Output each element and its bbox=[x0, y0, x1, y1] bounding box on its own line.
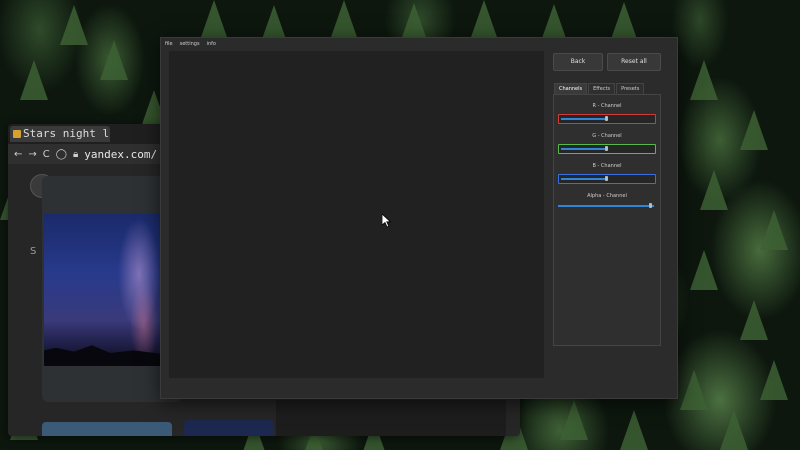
browser-tab-title: Stars night l bbox=[23, 127, 110, 140]
r-channel-label: R - Channel bbox=[592, 103, 622, 109]
image-canvas[interactable] bbox=[169, 51, 544, 378]
tab-bar: Channels Effects Presets bbox=[554, 83, 645, 94]
lock-icon[interactable]: 🔒︎ bbox=[73, 149, 78, 160]
tab-effects[interactable]: Effects bbox=[588, 83, 616, 94]
tab-channels[interactable]: Channels bbox=[554, 83, 588, 94]
alpha-channel-slider[interactable] bbox=[558, 202, 654, 210]
b-channel-label: B - Channel bbox=[592, 163, 622, 169]
favicon-icon bbox=[13, 130, 21, 138]
back-arrow-icon[interactable]: ← bbox=[14, 149, 22, 160]
menu-settings[interactable]: settings bbox=[180, 38, 200, 50]
b-channel-fill bbox=[561, 178, 607, 180]
menu-file[interactable]: file bbox=[165, 38, 173, 50]
back-button[interactable]: Back bbox=[553, 53, 603, 71]
reload-icon[interactable]: C bbox=[43, 149, 50, 160]
r-channel-fill bbox=[561, 118, 607, 120]
b-channel-knob[interactable] bbox=[605, 176, 608, 181]
alpha-channel-track bbox=[558, 205, 654, 207]
reset-all-button[interactable]: Reset all bbox=[607, 53, 661, 71]
url-field[interactable]: yandex.com/ bbox=[84, 148, 157, 161]
thumbnail[interactable] bbox=[42, 422, 172, 436]
thumbnail[interactable] bbox=[184, 420, 274, 436]
forward-arrow-icon[interactable]: → bbox=[28, 149, 36, 160]
g-channel-slider[interactable] bbox=[558, 144, 656, 154]
g-channel-label: G - Channel bbox=[592, 133, 622, 139]
shield-icon[interactable]: ◯ bbox=[56, 149, 67, 160]
menu-info[interactable]: info bbox=[207, 38, 216, 50]
tab-presets[interactable]: Presets bbox=[616, 83, 645, 94]
channels-panel: R - Channel G - Channel B - Channel Alph… bbox=[553, 94, 661, 346]
g-channel-fill bbox=[561, 148, 607, 150]
alpha-channel-knob[interactable] bbox=[649, 203, 652, 208]
b-channel-slider[interactable] bbox=[558, 174, 656, 184]
menu-bar: file settings info bbox=[161, 38, 216, 50]
g-channel-knob[interactable] bbox=[605, 146, 608, 151]
r-channel-knob[interactable] bbox=[605, 116, 608, 121]
dark-panel bbox=[276, 400, 506, 436]
image-editor-window: file settings info Back Reset all Channe… bbox=[160, 37, 678, 399]
sidebar-letter: S bbox=[30, 246, 37, 257]
r-channel-slider[interactable] bbox=[558, 114, 656, 124]
stars-night-photo[interactable] bbox=[44, 214, 164, 366]
alpha-channel-label: Alpha - Channel bbox=[587, 193, 627, 199]
browser-tab[interactable]: Stars night l bbox=[10, 126, 110, 142]
